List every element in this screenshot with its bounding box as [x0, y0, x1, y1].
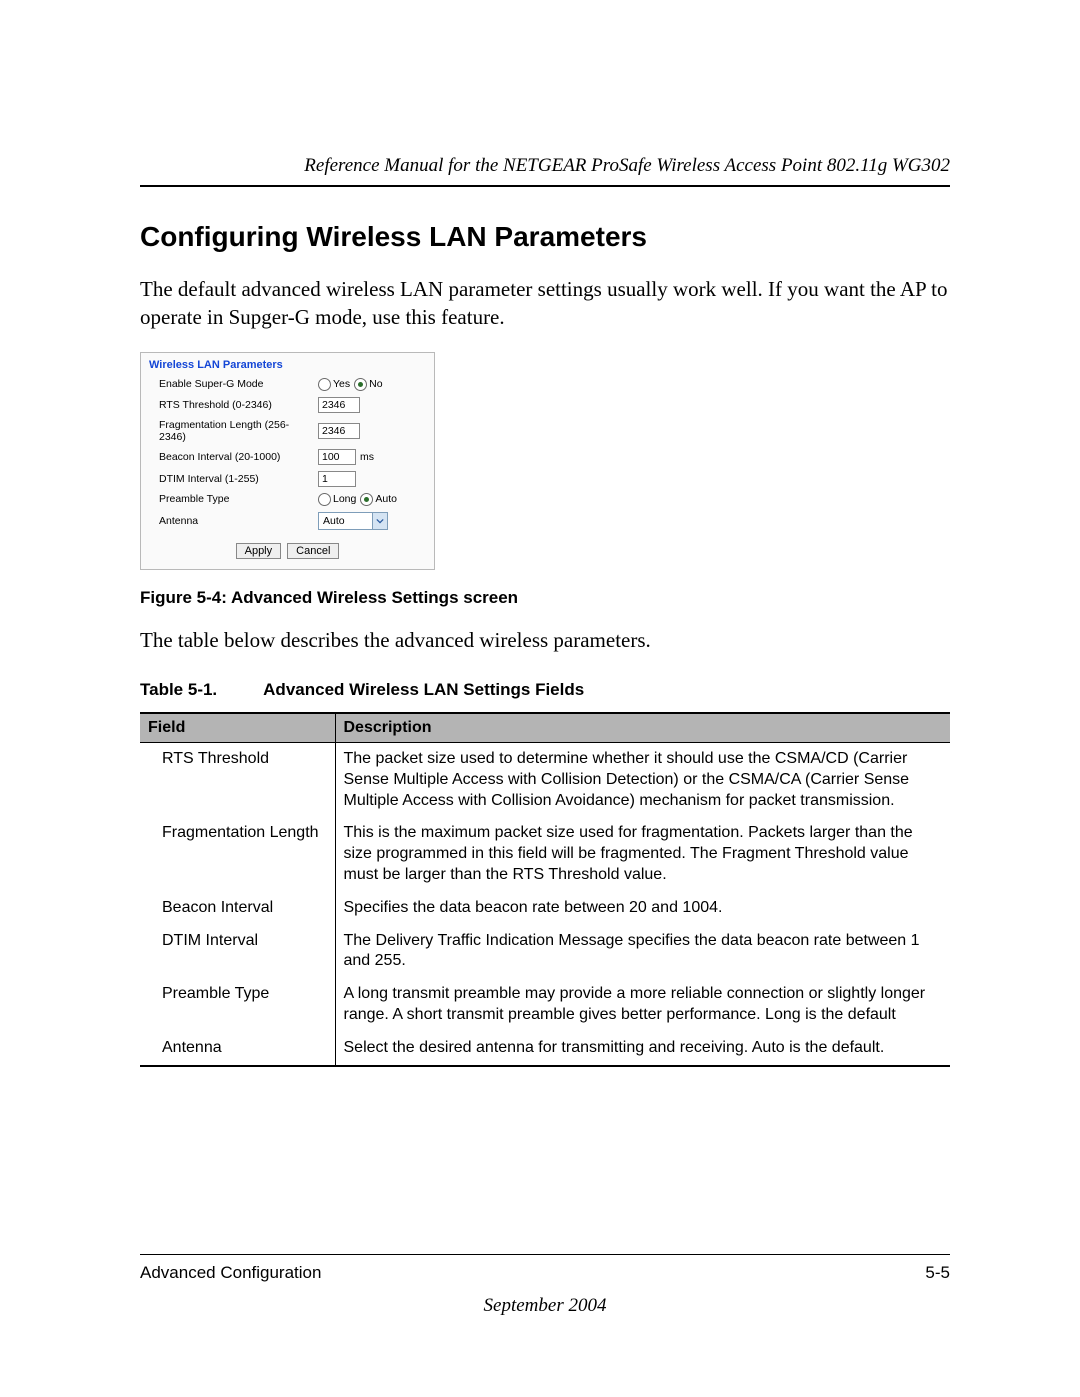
- super-g-label: Enable Super-G Mode: [159, 378, 314, 390]
- radio-label: Yes: [333, 378, 350, 390]
- radio-label: Long: [333, 493, 356, 505]
- table-row: Fragmentation Length This is the maximum…: [140, 817, 950, 891]
- super-g-yes-radio[interactable]: Yes: [318, 378, 350, 391]
- footer-rule: [140, 1254, 950, 1255]
- row-antenna: Antenna Auto: [149, 509, 426, 533]
- footer-section: Advanced Configuration: [140, 1263, 321, 1283]
- panel-buttons: Apply Cancel: [149, 543, 426, 559]
- footer-page: 5-5: [925, 1263, 950, 1283]
- table-row: Beacon Interval Specifies the data beaco…: [140, 892, 950, 925]
- row-frag: Fragmentation Length (256-2346): [149, 416, 426, 446]
- preamble-long-radio[interactable]: Long: [318, 493, 356, 506]
- table-caption: Table 5-1. Advanced Wireless LAN Setting…: [140, 680, 950, 700]
- row-beacon: Beacon Interval (20-1000) ms: [149, 446, 426, 468]
- cell-desc: Specifies the data beacon rate between 2…: [335, 892, 950, 925]
- apply-button[interactable]: Apply: [236, 543, 282, 559]
- th-description: Description: [335, 713, 950, 743]
- radio-icon: [360, 493, 373, 506]
- running-header: Reference Manual for the NETGEAR ProSafe…: [140, 155, 950, 187]
- frag-label: Fragmentation Length (256-2346): [159, 419, 314, 443]
- page-footer: Advanced Configuration 5-5 September 200…: [140, 1254, 950, 1317]
- radio-label: No: [369, 378, 382, 390]
- cell-field: Antenna: [140, 1032, 335, 1066]
- frag-input[interactable]: [318, 423, 360, 439]
- radio-icon: [354, 378, 367, 391]
- section-heading: Configuring Wireless LAN Parameters: [140, 221, 950, 253]
- dtim-input[interactable]: [318, 471, 356, 487]
- intro-paragraph: The default advanced wireless LAN parame…: [140, 275, 950, 332]
- table-row: RTS Threshold The packet size used to de…: [140, 743, 950, 818]
- cell-desc: This is the maximum packet size used for…: [335, 817, 950, 891]
- radio-icon: [318, 378, 331, 391]
- table-header-row: Field Description: [140, 713, 950, 743]
- preamble-auto-radio[interactable]: Auto: [360, 493, 397, 506]
- table-number: Table 5-1.: [140, 680, 217, 700]
- table-title: Advanced Wireless LAN Settings Fields: [263, 680, 584, 700]
- cell-desc: Select the desired antenna for transmitt…: [335, 1032, 950, 1066]
- row-super-g: Enable Super-G Mode Yes No: [149, 375, 426, 394]
- cell-desc: The packet size used to determine whethe…: [335, 743, 950, 818]
- cancel-button[interactable]: Cancel: [287, 543, 339, 559]
- row-dtim: DTIM Interval (1-255): [149, 468, 426, 490]
- beacon-unit: ms: [360, 451, 374, 463]
- th-field: Field: [140, 713, 335, 743]
- beacon-input[interactable]: [318, 449, 356, 465]
- cell-field: RTS Threshold: [140, 743, 335, 818]
- table-row: DTIM Interval The Delivery Traffic Indic…: [140, 925, 950, 979]
- cell-desc: A long transmit preamble may provide a m…: [335, 978, 950, 1032]
- row-rts: RTS Threshold (0-2346): [149, 394, 426, 416]
- table-row: Preamble Type A long transmit preamble m…: [140, 978, 950, 1032]
- table-intro: The table below describes the advanced w…: [140, 626, 950, 654]
- figure-caption: Figure 5-4: Advanced Wireless Settings s…: [140, 588, 950, 608]
- cell-field: DTIM Interval: [140, 925, 335, 979]
- radio-label: Auto: [375, 493, 397, 505]
- antenna-label: Antenna: [159, 515, 314, 527]
- row-preamble: Preamble Type Long Auto: [149, 490, 426, 509]
- cell-field: Fragmentation Length: [140, 817, 335, 891]
- wireless-lan-panel: Wireless LAN Parameters Enable Super-G M…: [140, 352, 435, 570]
- page: Reference Manual for the NETGEAR ProSafe…: [0, 0, 1080, 1397]
- panel-title: Wireless LAN Parameters: [149, 359, 426, 371]
- super-g-no-radio[interactable]: No: [354, 378, 382, 391]
- beacon-label: Beacon Interval (20-1000): [159, 451, 314, 463]
- footer-date: September 2004: [140, 1295, 950, 1317]
- cell-desc: The Delivery Traffic Indication Message …: [335, 925, 950, 979]
- rts-input[interactable]: [318, 397, 360, 413]
- chevron-down-icon: [372, 513, 387, 529]
- cell-field: Beacon Interval: [140, 892, 335, 925]
- cell-field: Preamble Type: [140, 978, 335, 1032]
- antenna-select[interactable]: Auto: [318, 512, 388, 530]
- dtim-label: DTIM Interval (1-255): [159, 473, 314, 485]
- table-row: Antenna Select the desired antenna for t…: [140, 1032, 950, 1066]
- antenna-value: Auto: [319, 515, 372, 527]
- rts-label: RTS Threshold (0-2346): [159, 399, 314, 411]
- preamble-label: Preamble Type: [159, 493, 314, 505]
- settings-table: Field Description RTS Threshold The pack…: [140, 712, 950, 1067]
- radio-icon: [318, 493, 331, 506]
